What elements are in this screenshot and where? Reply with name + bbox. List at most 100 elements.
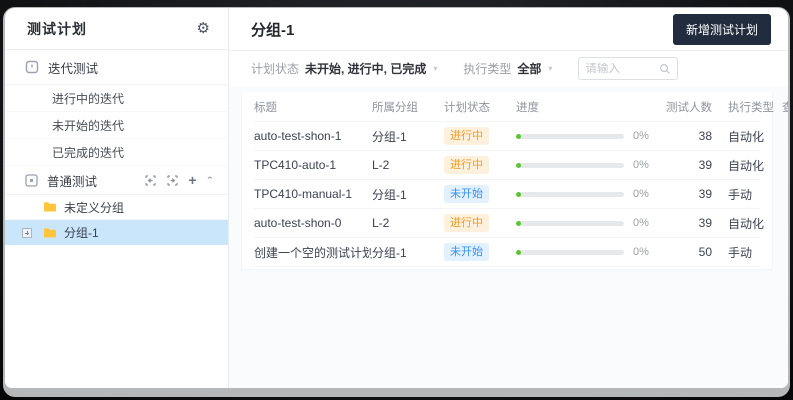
progress-cell: 0% [516, 217, 666, 229]
report-cell: 4 [776, 158, 788, 172]
sidebar-header: 测试计划 ⚙ [5, 8, 228, 50]
status-cell: 进行中 [444, 156, 516, 174]
sidebar-item-label: 迭代测试 [48, 58, 98, 77]
expand-groups-icon[interactable] [166, 174, 179, 187]
normal-test-icon [25, 174, 38, 187]
progress-bar [516, 221, 624, 226]
table-row[interactable]: auto-test-shon-1 分组-1 进行中 0% 38 自动化 4 [254, 122, 760, 151]
sidebar-item-notstarted-iterations[interactable]: 未开始的迭代 [5, 112, 228, 139]
table-header-row: 标题 所属分组 计划状态 进度 测试人数 执行类型 查看报告 [254, 92, 760, 122]
chevron-up-icon[interactable]: ⌃︎ [206, 176, 214, 185]
progress-cell: 0% [516, 130, 666, 142]
plan-title: auto-test-shon-1 [254, 129, 372, 143]
sidebar-item-label: 普通测试 [47, 171, 97, 190]
table-area: 标题 所属分组 计划状态 进度 测试人数 执行类型 查看报告 auto-test… [229, 86, 788, 388]
sidebar-item-running-iterations[interactable]: 进行中的迭代 [5, 85, 228, 112]
col-header-exec: 执行类型 [712, 99, 776, 115]
progress-fill [516, 192, 521, 197]
page-title: 分组-1 [251, 19, 294, 40]
filter-value: 未开始, 进行中, 已完成 [305, 60, 426, 77]
progress-cell: 0% [516, 159, 666, 171]
status-badge: 进行中 [444, 214, 489, 232]
plan-group: 分组-1 [372, 244, 444, 261]
tester-count: 39 [666, 216, 712, 230]
sidebar-item-label: 分组-1 [64, 224, 99, 241]
magnifier-icon[interactable] [659, 63, 671, 75]
status-badge: 进行中 [444, 156, 489, 174]
exec-type: 自动化 [712, 215, 776, 232]
filter-label: 执行类型 [463, 60, 511, 77]
main-panel: 分组-1 新增测试计划 计划状态 未开始, 进行中, 已完成 ▾ 执行类型 全部… [229, 8, 788, 388]
sidebar-item-finished-iterations[interactable]: 已完成的迭代 [5, 139, 228, 166]
search-input[interactable] [585, 63, 659, 75]
progress-fill [516, 250, 521, 255]
col-header-progress: 进度 [516, 99, 666, 115]
plan-status-filter[interactable]: 计划状态 未开始, 进行中, 已完成 ▾ [251, 60, 437, 77]
report-cell: 8 [776, 216, 788, 230]
sidebar-item-undefined-group[interactable]: 未定义分组 [5, 195, 228, 220]
progress-percent: 0% [633, 246, 649, 258]
filter-label: 计划状态 [251, 60, 299, 77]
plan-title: auto-test-shon-0 [254, 216, 372, 230]
add-group-icon[interactable]: + [188, 172, 196, 188]
exec-type-filter[interactable]: 执行类型 全部 ▾ [463, 60, 552, 77]
report-cell: 6 [776, 187, 788, 201]
plan-group: 分组-1 [372, 186, 444, 203]
col-header-title: 标题 [254, 99, 372, 115]
main-header: 分组-1 新增测试计划 [229, 8, 788, 51]
folder-icon [43, 227, 57, 239]
sidebar-item-normal-tests[interactable]: 普通测试 + ⌃︎ [5, 166, 228, 195]
sidebar-title: 测试计划 [27, 19, 87, 39]
sidebar-item-group-1[interactable]: 分组-1 [5, 220, 228, 245]
sidebar: 测试计划 ⚙ 迭代测试 进行中的迭代 未开始的迭代 已完成的迭代 普通测试 [5, 8, 229, 388]
plan-group: L-2 [372, 158, 444, 172]
chevron-down-icon: ▾ [433, 64, 437, 73]
progress-percent: 0% [633, 217, 649, 229]
progress-bar [516, 134, 624, 139]
plan-group: L-2 [372, 216, 444, 230]
table-row[interactable]: TPC410-auto-1 L-2 进行中 0% 39 自动化 4 [254, 151, 760, 180]
status-badge: 未开始 [444, 185, 489, 203]
progress-bar [516, 250, 624, 255]
report-cell: 5 [776, 245, 788, 259]
iteration-icon [25, 60, 39, 74]
progress-cell: 0% [516, 246, 666, 258]
filter-bar: 计划状态 未开始, 进行中, 已完成 ▾ 执行类型 全部 ▾ [229, 51, 788, 86]
progress-bar [516, 163, 624, 168]
collapse-groups-icon[interactable] [144, 174, 157, 187]
exec-type: 自动化 [712, 157, 776, 174]
sidebar-toolbar: + ⌃︎ [144, 172, 214, 188]
sidebar-item-label: 已完成的迭代 [52, 144, 124, 161]
plan-title: 创建一个空的测试计划 [254, 244, 372, 261]
sidebar-item-label: 未定义分组 [64, 199, 124, 216]
sidebar-item-label: 未开始的迭代 [52, 117, 124, 134]
gear-icon[interactable]: ⚙ [197, 21, 210, 36]
progress-fill [516, 134, 521, 139]
status-badge: 未开始 [444, 243, 489, 261]
status-cell: 进行中 [444, 214, 516, 232]
progress-percent: 0% [633, 188, 649, 200]
status-cell: 进行中 [444, 127, 516, 145]
table-row[interactable]: auto-test-shon-0 L-2 进行中 0% 39 自动化 8 [254, 209, 760, 238]
table-row[interactable]: TPC410-manual-1 分组-1 未开始 0% 39 手动 6 [254, 180, 760, 209]
app-window: 测试计划 ⚙ 迭代测试 进行中的迭代 未开始的迭代 已完成的迭代 普通测试 [5, 8, 788, 388]
expand-toggle-icon[interactable] [22, 228, 32, 238]
status-badge: 进行中 [444, 127, 489, 145]
sidebar-item-iteration-tests[interactable]: 迭代测试 [5, 50, 228, 85]
table-row[interactable]: 创建一个空的测试计划 分组-1 未开始 0% 50 手动 5 [254, 238, 760, 267]
filter-value: 全部 [517, 60, 541, 77]
tester-count: 39 [666, 158, 712, 172]
sidebar-item-label: 进行中的迭代 [52, 90, 124, 107]
progress-fill [516, 163, 521, 168]
progress-percent: 0% [633, 130, 649, 142]
search-box [578, 57, 678, 80]
exec-type: 手动 [712, 186, 776, 203]
tester-count: 50 [666, 245, 712, 259]
plan-title: TPC410-auto-1 [254, 158, 372, 172]
test-plan-table: 标题 所属分组 计划状态 进度 测试人数 执行类型 查看报告 auto-test… [241, 92, 773, 270]
new-test-plan-button[interactable]: 新增测试计划 [673, 14, 771, 45]
col-header-report: 查看报告 [776, 99, 788, 115]
col-header-testers: 测试人数 [666, 99, 712, 115]
status-cell: 未开始 [444, 185, 516, 203]
tester-count: 38 [666, 129, 712, 143]
